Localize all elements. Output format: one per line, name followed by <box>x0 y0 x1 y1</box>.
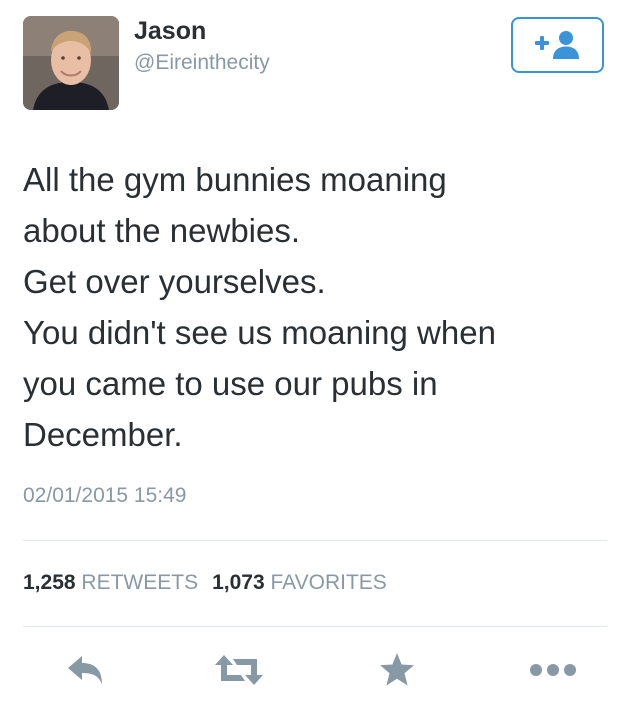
tweet-stats: 1,258 RETWEETS 1,073 FAVORITES <box>23 570 387 596</box>
tweet-text-line: You didn't see us moaning when <box>23 314 496 351</box>
reply-button[interactable] <box>60 646 110 694</box>
tweet-text-line: All the gym bunnies moaning <box>23 161 447 198</box>
reply-icon <box>68 656 102 684</box>
display-name[interactable]: Jason <box>134 16 206 46</box>
more-icon <box>530 664 576 676</box>
retweets-stat[interactable]: 1,258 RETWEETS <box>23 571 198 594</box>
tweet-text-line: you came to use our pubs in <box>23 365 438 402</box>
more-button[interactable] <box>526 646 580 694</box>
tweet-text-line: December. <box>23 416 183 453</box>
tweet-text: All the gym bunnies moaning about the ne… <box>23 154 613 460</box>
favorites-count: 1,073 <box>212 571 265 594</box>
retweet-icon <box>215 655 263 685</box>
tweet-text-line: about the newbies. <box>23 212 301 249</box>
tweet-timestamp[interactable]: 02/01/2015 15:49 <box>23 483 187 509</box>
favorite-button[interactable] <box>374 646 420 694</box>
add-user-icon <box>534 31 579 59</box>
tweet-text-line: Get over yourselves. <box>23 263 326 300</box>
avatar[interactable] <box>23 16 119 110</box>
favorites-label: FAVORITES <box>270 571 387 594</box>
retweets-label: RETWEETS <box>81 571 199 594</box>
favorites-stat[interactable]: 1,073 FAVORITES <box>212 571 387 594</box>
retweets-count: 1,258 <box>23 571 76 594</box>
user-handle[interactable]: @Eireinthecity <box>134 50 270 76</box>
follow-button[interactable] <box>511 17 604 73</box>
divider <box>23 626 607 627</box>
favorite-icon <box>380 653 414 686</box>
retweet-button[interactable] <box>213 646 265 694</box>
divider <box>23 540 607 541</box>
avatar-photo <box>23 16 119 110</box>
